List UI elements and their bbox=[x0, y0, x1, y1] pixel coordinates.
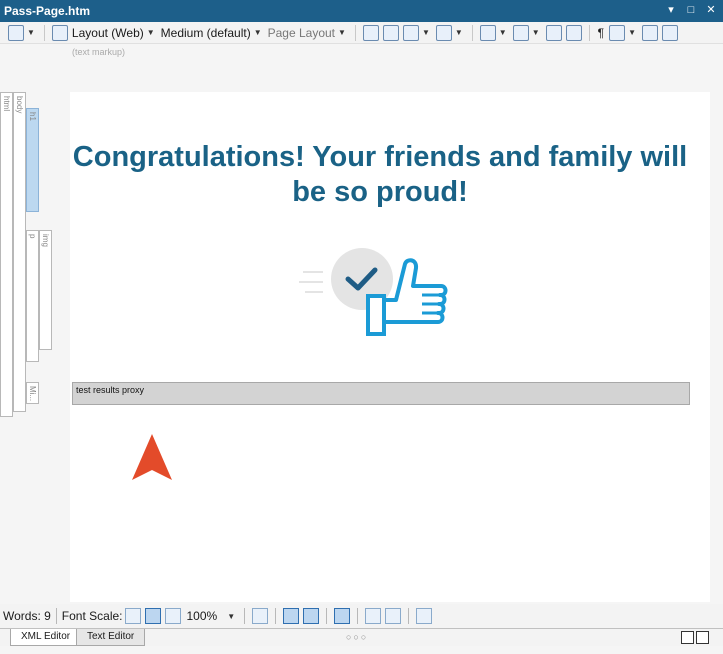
chevron-down-icon[interactable]: ▼ bbox=[532, 28, 540, 37]
status-separator bbox=[408, 608, 410, 624]
chevron-down-icon[interactable]: ▼ bbox=[27, 28, 35, 37]
tag-bar-img[interactable]: img bbox=[39, 230, 52, 350]
document-canvas[interactable]: Congratulations! Your friends and family… bbox=[70, 92, 710, 602]
zoom-in-button[interactable] bbox=[164, 608, 181, 624]
layout-icon[interactable] bbox=[51, 24, 68, 41]
grid-view-icon[interactable] bbox=[252, 608, 269, 624]
editor-tabs: XML Editor Text Editor ○○○ bbox=[0, 628, 723, 646]
vertical-ruler-icon[interactable] bbox=[385, 608, 402, 624]
pointer-arrow-icon bbox=[132, 434, 172, 480]
chevron-down-icon[interactable]: ▼ bbox=[422, 28, 430, 37]
page-heading[interactable]: Congratulations! Your friends and family… bbox=[70, 140, 690, 210]
variable-icon[interactable] bbox=[479, 24, 496, 41]
chevron-down-icon[interactable]: ▼ bbox=[338, 28, 346, 37]
thumbs-up-check-icon bbox=[299, 248, 448, 336]
toolbar-separator bbox=[43, 24, 45, 41]
markup-hint: (text markup) bbox=[72, 47, 126, 57]
tag-bar-h1[interactable]: h1 bbox=[26, 108, 39, 212]
status-separator bbox=[357, 608, 359, 624]
layout-dropdown[interactable]: Layout (Web) bbox=[72, 26, 144, 40]
condition-icon[interactable] bbox=[565, 24, 582, 41]
tab-xml-editor[interactable]: XML Editor bbox=[10, 629, 82, 646]
text-icon[interactable] bbox=[512, 24, 529, 41]
highlight-icon[interactable] bbox=[609, 24, 626, 41]
tag-bar-mi[interactable]: Mi... bbox=[26, 382, 39, 404]
editor-window: Pass-Page.htm ▾ □ ✕ ▼ Layout (Web) ▼ Medi… bbox=[0, 0, 723, 654]
preview-icon[interactable] bbox=[8, 24, 24, 41]
image-icon[interactable] bbox=[402, 24, 419, 41]
dropdown-arrow-icon[interactable]: ▾ bbox=[665, 3, 677, 17]
page-layout-dropdown[interactable]: Page Layout bbox=[268, 26, 335, 40]
table-icon[interactable] bbox=[435, 24, 452, 41]
window-title: Pass-Page.htm bbox=[4, 4, 91, 18]
status-bar: Words: 9 Font Scale: 100% ▼ bbox=[0, 604, 723, 628]
numbering-icon[interactable] bbox=[545, 24, 562, 41]
close-button[interactable]: ✕ bbox=[705, 3, 717, 17]
test-results-proxy[interactable]: test results proxy bbox=[72, 382, 690, 405]
toolbar-separator bbox=[471, 24, 473, 41]
chevron-down-icon[interactable]: ▼ bbox=[628, 28, 636, 37]
split-view-icon[interactable] bbox=[681, 631, 694, 644]
chevron-down-icon[interactable]: ▼ bbox=[147, 28, 155, 37]
paint-icon[interactable] bbox=[334, 608, 351, 624]
show-blocks-icon[interactable] bbox=[303, 608, 320, 624]
title-bar: Pass-Page.htm ▾ □ ✕ bbox=[0, 0, 723, 22]
chevron-down-icon[interactable]: ▼ bbox=[455, 28, 463, 37]
zoom-out-button[interactable] bbox=[124, 608, 141, 624]
tag-bar-body[interactable]: body bbox=[13, 92, 26, 412]
tag-bar-html[interactable]: html bbox=[0, 92, 13, 417]
chevron-down-icon[interactable]: ▼ bbox=[499, 28, 507, 37]
ruler-icon[interactable] bbox=[365, 608, 382, 624]
status-separator bbox=[326, 608, 328, 624]
status-separator bbox=[275, 608, 277, 624]
chevron-down-icon[interactable]: ▼ bbox=[254, 28, 262, 37]
tag-bar-p[interactable]: p bbox=[26, 230, 39, 362]
font-scale-label: Font Scale: bbox=[61, 609, 123, 623]
status-separator bbox=[55, 608, 57, 624]
page-icon[interactable] bbox=[362, 24, 379, 41]
toolbar-separator bbox=[588, 24, 590, 41]
status-separator bbox=[244, 608, 246, 624]
page-compare-icon[interactable] bbox=[382, 24, 399, 41]
pilcrow-icon[interactable]: ¶ bbox=[598, 26, 604, 40]
paste-icon[interactable] bbox=[662, 24, 678, 41]
expand-icon[interactable] bbox=[696, 631, 709, 644]
word-count: Words: 9 bbox=[3, 609, 51, 623]
size-dropdown[interactable]: Medium (default) bbox=[161, 26, 251, 40]
toolbar-separator bbox=[354, 24, 356, 41]
chevron-down-icon[interactable]: ▼ bbox=[227, 612, 235, 621]
show-tags-icon[interactable] bbox=[283, 608, 300, 624]
fit-width-icon[interactable] bbox=[416, 608, 433, 624]
zoom-reset-button[interactable] bbox=[144, 608, 161, 624]
zoom-level[interactable]: 100% bbox=[187, 609, 218, 623]
more-dots-icon: ○○○ bbox=[346, 632, 369, 642]
copy-icon[interactable] bbox=[642, 24, 658, 41]
maximize-button[interactable]: □ bbox=[685, 3, 697, 17]
toolbar: ▼ Layout (Web) ▼ Medium (default) ▼ Page L… bbox=[0, 22, 723, 44]
tab-text-editor[interactable]: Text Editor bbox=[76, 629, 146, 646]
